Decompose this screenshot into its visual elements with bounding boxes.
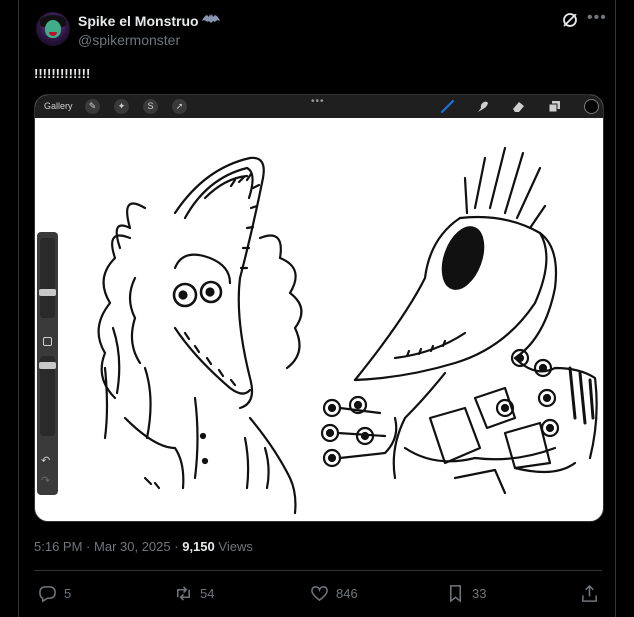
post-date[interactable]: Mar 30, 2025: [94, 539, 171, 554]
media-image[interactable]: Gallery ✎ ✦ S ➚ ••• ↶ ↷: [34, 94, 604, 522]
brush-size-slider[interactable]: [40, 238, 55, 318]
bookmark-button[interactable]: 33: [446, 583, 486, 603]
reply-count: 5: [64, 585, 72, 601]
views-count: 9,150: [182, 539, 215, 554]
wrench-icon[interactable]: ✎: [85, 99, 100, 114]
heart-icon: [311, 585, 328, 601]
right-creature-sketch: [320, 146, 598, 495]
reply-button[interactable]: 5: [38, 583, 71, 603]
eraser-icon[interactable]: [511, 99, 526, 114]
brush-icon[interactable]: [440, 99, 455, 114]
brush-size-thumb[interactable]: [39, 289, 56, 296]
gallery-button[interactable]: Gallery: [44, 101, 73, 111]
tweet-text: !!!!!!!!!!!!!: [34, 66, 91, 81]
author-display-name[interactable]: Spike el Monstruo: [78, 13, 199, 29]
like-button[interactable]: 846: [310, 583, 358, 603]
brush-size-sidebar: ↶ ↷: [37, 232, 58, 495]
repost-button[interactable]: 54: [174, 583, 214, 603]
reply-icon: [39, 585, 56, 602]
magic-wand-icon[interactable]: ✦: [114, 99, 129, 114]
transform-arrow-icon[interactable]: ➚: [172, 99, 187, 114]
selection-icon[interactable]: S: [143, 99, 158, 114]
undo-icon[interactable]: ↶: [41, 454, 50, 467]
repost-icon: [177, 585, 190, 601]
post-time[interactable]: 5:16 PM: [34, 539, 82, 554]
color-icon[interactable]: [584, 99, 599, 114]
author-handle[interactable]: @spikermonster: [78, 32, 180, 48]
divider: [34, 570, 602, 571]
avatar[interactable]: [36, 12, 70, 46]
views-label: Views: [218, 539, 253, 554]
repost-count: 54: [200, 585, 215, 601]
share-button[interactable]: [580, 583, 606, 603]
share-icon: [582, 584, 597, 602]
bookmark-icon: [449, 584, 462, 603]
layers-icon[interactable]: [547, 99, 562, 114]
left-creature-sketch: [97, 156, 303, 515]
more-icon[interactable]: •••: [587, 9, 607, 27]
sketch-canvas: [97, 146, 598, 515]
modify-button-icon[interactable]: [43, 337, 52, 346]
meta-separator: ·: [174, 539, 179, 554]
bat-icon: [202, 14, 220, 23]
redo-icon[interactable]: ↷: [41, 474, 50, 487]
canvas-more-icon[interactable]: •••: [311, 96, 325, 107]
opacity-thumb[interactable]: [39, 362, 56, 369]
like-count: 846: [336, 585, 358, 601]
procreate-toolbar: Gallery ✎ ✦ S ➚ •••: [35, 95, 603, 118]
post-article: Spike el Monstruo @spikermonster ••• !!!…: [18, 0, 616, 617]
bookmark-count: 33: [472, 585, 487, 601]
post-meta: 5:16 PM · Mar 30, 2025 · 9,150 Views: [34, 539, 253, 554]
grok-icon[interactable]: [561, 11, 579, 29]
meta-separator: ·: [86, 539, 91, 554]
smudge-icon[interactable]: [475, 99, 490, 114]
